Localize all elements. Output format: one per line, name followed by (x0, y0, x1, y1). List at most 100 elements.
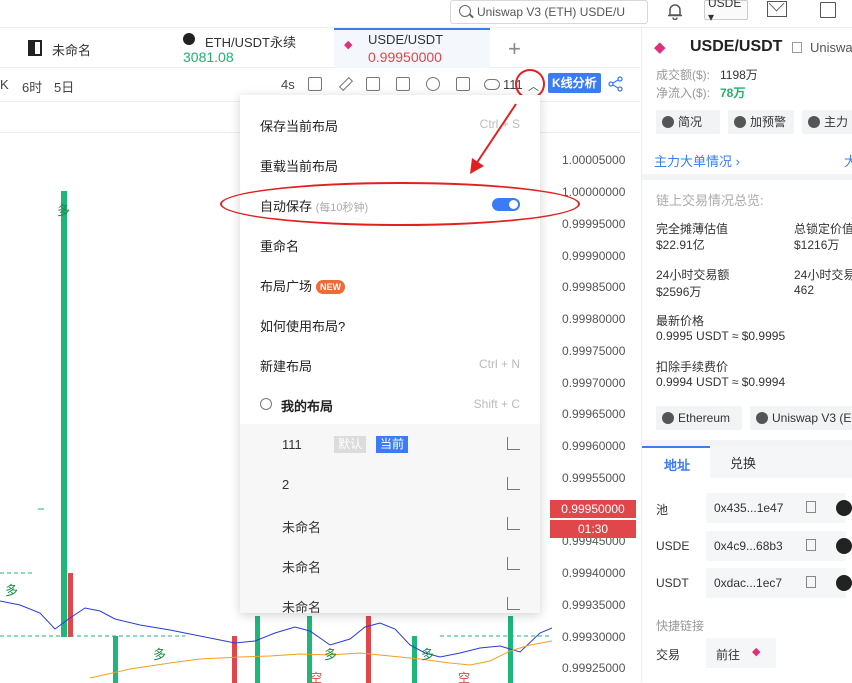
timeframe-5d[interactable]: 5日 (54, 77, 74, 96)
interval-label[interactable]: 4s (281, 77, 295, 92)
default-tag: 默认 (334, 436, 367, 453)
layout-item[interactable]: 111 默认 当前 (240, 424, 540, 464)
address-value[interactable]: 0x435...1e47 (706, 493, 846, 523)
menu-rename[interactable]: 重命名 (240, 224, 540, 264)
share-icon[interactable] (608, 76, 624, 92)
tab-label: 兑换 (730, 456, 757, 471)
tvl-label: 总锁定价值 (794, 222, 852, 236)
kline-analysis-button[interactable]: K线分析 (548, 73, 601, 93)
settings-icon[interactable] (426, 77, 440, 91)
dex-chip[interactable]: Uniswap V3 (E (750, 406, 852, 430)
tx24-value: 462 (794, 283, 815, 297)
copy-icon[interactable] (806, 576, 816, 588)
y-label: 0.99925000 (562, 661, 626, 675)
tab-eth-usdt[interactable]: ETH/USDT永续 3081.08 (183, 28, 333, 68)
timeframe-6h[interactable]: 6时 (22, 77, 42, 96)
uniswap-icon: ◆ (752, 646, 761, 658)
address-value[interactable]: 0x4c9...68b3 (706, 531, 846, 561)
search-input[interactable]: Uniswap V3 (ETH) USDE/U (450, 0, 648, 24)
add-icon[interactable] (507, 517, 520, 530)
okx-icon (183, 33, 195, 45)
tab-address[interactable]: 地址 (642, 446, 710, 478)
last-price-value: 0.9995 USDT ≈ $0.9995 (656, 329, 786, 343)
add-icon[interactable] (507, 477, 520, 490)
pencil-icon[interactable] (338, 76, 354, 92)
explorer-icon[interactable] (836, 500, 852, 516)
candle (61, 191, 67, 637)
y-label: 0.99995000 (562, 217, 626, 231)
divider (642, 174, 852, 180)
inflow-value: 78万 (720, 86, 746, 100)
currency-select[interactable]: USDE ▾ (704, 0, 748, 24)
y-label: 1.00005000 (562, 153, 626, 167)
calc-icon[interactable] (396, 77, 410, 91)
tab-swap[interactable]: 兑换 (710, 446, 852, 478)
menu-label: 布局广场 NEW (260, 276, 346, 295)
tab-unnamed[interactable]: 未命名 (28, 28, 178, 68)
explorer-icon[interactable] (836, 538, 852, 554)
chart-marker: 多 (57, 203, 70, 219)
goto-button[interactable]: 前往 ◆ (706, 638, 776, 668)
y-label: 0.99955000 (562, 471, 626, 485)
bell-icon[interactable] (666, 2, 684, 20)
tx24-label: 24小时交易 (794, 268, 852, 282)
add-icon[interactable] (507, 437, 520, 450)
whale-more-link[interactable]: 大 (844, 151, 852, 170)
menu-shortcut: Shift + C (473, 397, 520, 411)
brief-button[interactable]: 简况 (656, 110, 720, 134)
y-label: 0.99940000 (562, 566, 626, 580)
dex-name: Uniswa (810, 40, 852, 55)
chart-marker: 多 (421, 647, 434, 663)
mail-icon[interactable] (767, 1, 787, 17)
add-alert-button[interactable]: 加预警 (728, 110, 794, 134)
vol24-value: $2596万 (656, 285, 702, 299)
layout-icon (28, 40, 42, 56)
camera-icon[interactable] (308, 77, 322, 91)
address-value[interactable]: 0xdac...1ec7 (706, 568, 846, 598)
add-layout-icon[interactable] (366, 77, 380, 91)
layout-name: 未命名 (282, 560, 322, 575)
copy-icon[interactable] (806, 539, 816, 551)
volume-value: 1198万 (720, 68, 758, 82)
main-force-button[interactable]: 主力 (802, 110, 852, 134)
menu-layout-plaza[interactable]: 布局广场 NEW (240, 264, 540, 304)
explorer-icon[interactable] (836, 575, 852, 591)
plaza-label: 布局广场 (260, 279, 313, 294)
layout-item[interactable]: 未命名 (240, 544, 540, 584)
timeframe-k[interactable]: K (0, 77, 9, 92)
volume-label: 成交额($): (656, 68, 711, 82)
gear-icon (260, 398, 272, 410)
right-panel: ◆ USDE/USDT Uniswa 成交额($): 1198万 净流入($):… (641, 28, 852, 682)
chart-marker: 多 (5, 583, 18, 599)
layout-item[interactable]: 未命名 (240, 584, 540, 613)
menu-label: 保存当前布局 (260, 119, 339, 134)
window-icon[interactable] (820, 2, 836, 18)
add-icon[interactable] (507, 557, 520, 570)
fullscreen-icon[interactable] (456, 77, 470, 91)
add-icon[interactable] (507, 597, 520, 610)
layout-name: 111 (282, 437, 302, 452)
copy-icon[interactable] (806, 501, 816, 513)
uniswap-icon: ◆ (344, 39, 353, 51)
whale-orders-link[interactable]: 主力大单情况 › (654, 151, 740, 170)
address-row-usde: USDE 0x4c9...68b3 (656, 531, 852, 561)
cloud-icon[interactable] (484, 79, 500, 90)
annotation-arrow (470, 103, 517, 174)
copy-icon[interactable] (792, 42, 802, 53)
layout-name: 未命名 (282, 600, 322, 613)
add-tab-button[interactable]: + (508, 36, 521, 62)
vol24-label: 24小时交易额 (656, 268, 730, 282)
y-label: 0.99965000 (562, 407, 626, 421)
annotation-oval (220, 182, 580, 226)
tab-usde-usdt[interactable]: ◆ USDE/USDT 0.99950000 (334, 28, 490, 68)
layout-item[interactable]: 未命名 (240, 504, 540, 544)
fdv-value: $22.91亿 (656, 238, 705, 252)
tab-price: 3081.08 (183, 49, 234, 65)
menu-how-to-use[interactable]: 如何使用布局? (240, 304, 540, 344)
layout-item[interactable]: 2 (240, 464, 540, 504)
menu-my-layouts[interactable]: 我的布局 Shift + C (240, 384, 540, 424)
inflow-label: 净流入($): (656, 86, 711, 100)
candle (412, 636, 417, 683)
chain-chip[interactable]: Ethereum (656, 406, 742, 430)
menu-new-layout[interactable]: 新建布局 Ctrl + N (240, 344, 540, 384)
